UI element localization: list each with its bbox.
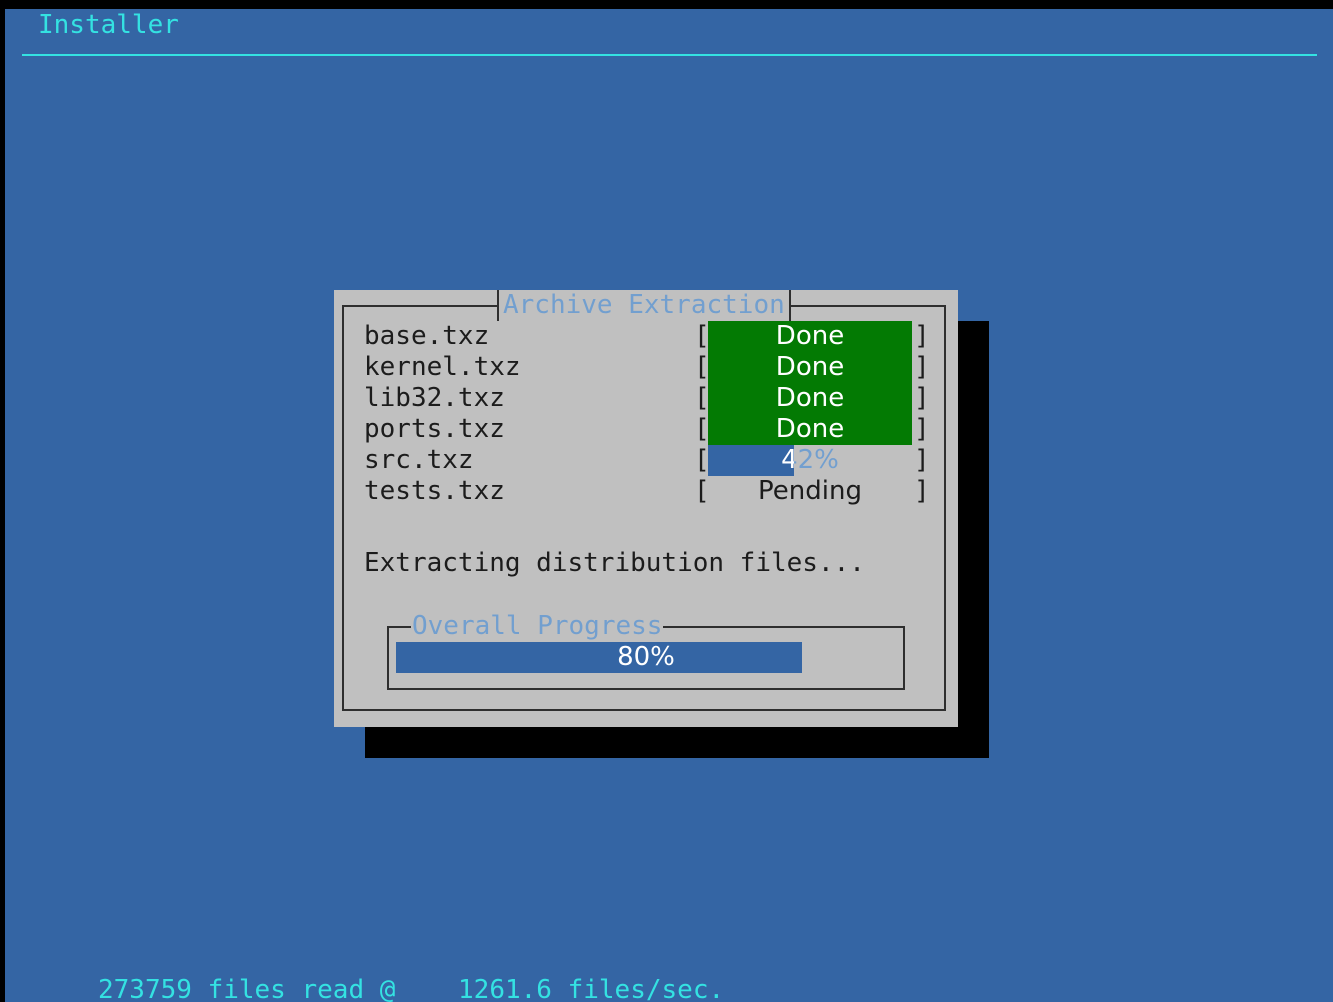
right-bracket: ]: [914, 383, 930, 413]
file-name: ports.txz: [364, 414, 505, 444]
file-name: kernel.txz: [364, 352, 521, 382]
overall-progress-title: Overall Progress: [411, 611, 664, 642]
file-progress-label-filled: 42%: [781, 445, 794, 475]
file-name: base.txz: [364, 321, 490, 351]
overall-progress-bar: 80%: [396, 642, 896, 673]
archive-extraction-dialog: Archive Extraction base.txz[Done] kernel.…: [334, 290, 958, 727]
transfer-stats: 273759 files read @ 1261.6 files/sec.: [98, 975, 725, 1002]
right-bracket: ]: [914, 321, 930, 351]
app-title: Installer: [38, 10, 179, 40]
list-item: ports.txz[Done]: [334, 414, 958, 445]
list-item: src.txz[42%42%]: [334, 445, 958, 476]
title-divider: [22, 54, 1317, 56]
file-name: tests.txz: [364, 476, 505, 506]
list-item: lib32.txz[Done]: [334, 383, 958, 414]
right-bracket: ]: [914, 352, 930, 382]
installer-screen: Installer Archive Extraction base.txz[Do…: [5, 9, 1333, 1002]
overall-progress-label: 80%: [617, 642, 675, 672]
right-bracket: ]: [914, 476, 930, 506]
dialog-title: Archive Extraction: [497, 290, 791, 321]
status-message: Extracting distribution files...: [364, 548, 865, 578]
list-item: tests.txz[Pending]: [334, 476, 958, 507]
file-name: src.txz: [364, 445, 474, 475]
status-badge: Done: [708, 383, 912, 414]
list-item: kernel.txz[Done]: [334, 352, 958, 383]
file-progress-fill: 42%: [708, 445, 794, 476]
status-badge: Done: [708, 352, 912, 383]
file-name: lib32.txz: [364, 383, 505, 413]
right-bracket: ]: [914, 445, 930, 475]
list-item: base.txz[Done]: [334, 321, 958, 352]
status-badge: Done: [708, 321, 912, 352]
status-badge: Done: [708, 414, 912, 445]
file-progress-bar: 42%42%: [708, 445, 912, 476]
right-bracket: ]: [914, 414, 930, 444]
status-badge: Pending: [758, 476, 862, 506]
